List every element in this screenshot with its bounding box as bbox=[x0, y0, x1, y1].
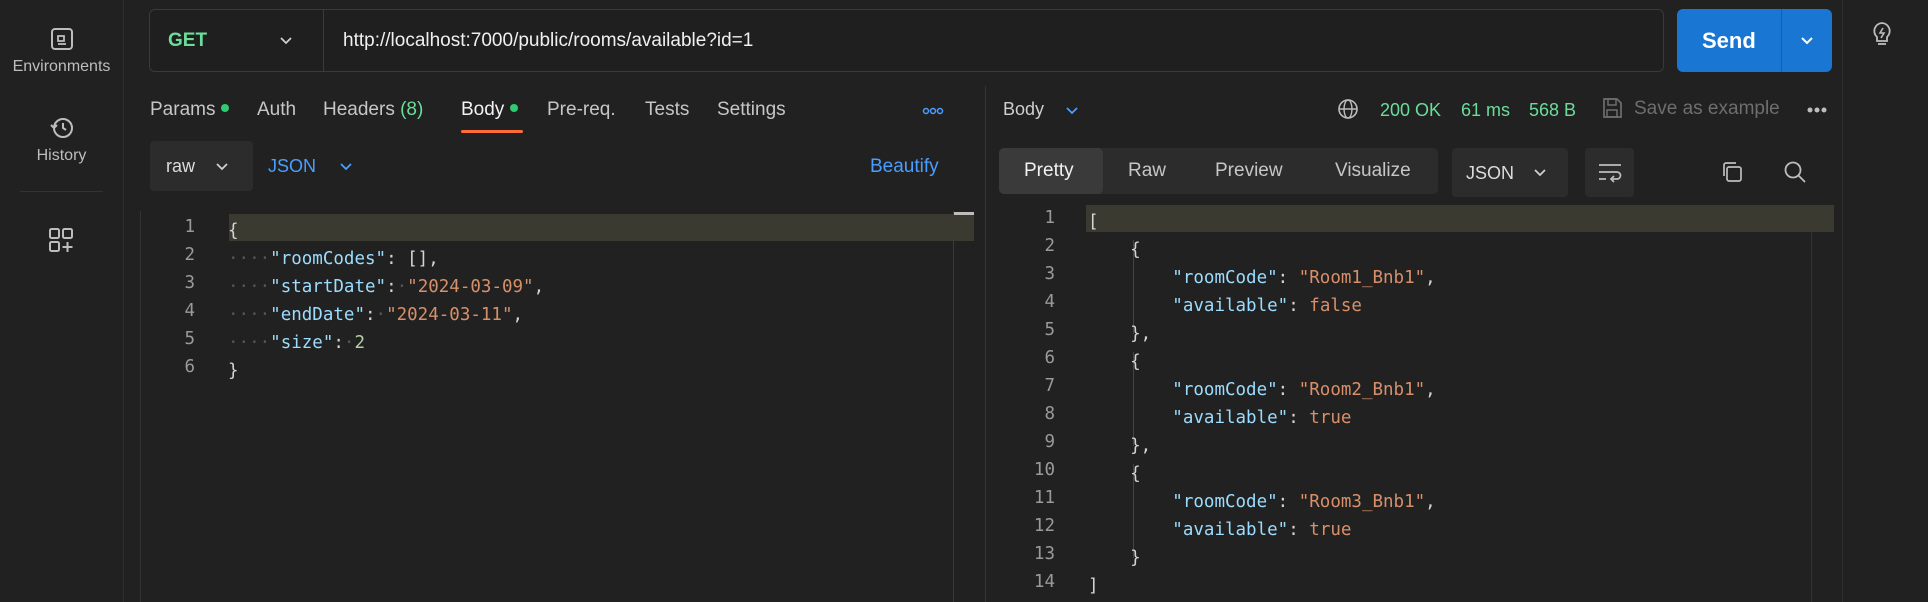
body-language-select[interactable]: JSON bbox=[268, 141, 368, 191]
response-body-code[interactable]: [ { "roomCode": "Room1_Bnb1", "available… bbox=[1088, 208, 1436, 600]
search-icon[interactable] bbox=[1783, 160, 1807, 184]
environments-nav[interactable]: Environments bbox=[0, 26, 123, 76]
tab-body[interactable]: Body bbox=[461, 99, 519, 121]
more-options-icon[interactable] bbox=[922, 107, 944, 115]
response-editor-ruler bbox=[1811, 232, 1812, 602]
tab-visualize[interactable]: Visualize bbox=[1335, 160, 1411, 182]
beautify-button[interactable]: Beautify bbox=[870, 156, 939, 178]
line-number: 2 bbox=[1044, 236, 1055, 256]
add-workspace-item-icon[interactable] bbox=[48, 227, 76, 255]
history-label: History bbox=[36, 147, 87, 164]
line-number: 4 bbox=[184, 301, 195, 321]
response-language-select[interactable]: JSON bbox=[1452, 148, 1568, 197]
body-indicator-dot bbox=[510, 103, 519, 112]
line-number: 5 bbox=[1044, 320, 1055, 340]
editor-ruler bbox=[953, 211, 954, 602]
send-divider bbox=[1781, 9, 1782, 72]
line-number: 12 bbox=[1033, 516, 1055, 536]
response-time[interactable]: 61 ms bbox=[1461, 100, 1510, 121]
body-language-label: JSON bbox=[268, 156, 317, 176]
line-number: 13 bbox=[1033, 544, 1055, 564]
response-language-label: JSON bbox=[1466, 163, 1515, 183]
tab-raw[interactable]: Raw bbox=[1128, 160, 1166, 182]
params-indicator-dot bbox=[221, 103, 230, 112]
line-number: 14 bbox=[1033, 572, 1055, 592]
tab-headers[interactable]: Headers (8) bbox=[323, 99, 423, 121]
active-tab-indicator bbox=[461, 130, 523, 133]
line-number: 8 bbox=[1044, 404, 1055, 424]
copy-icon[interactable] bbox=[1720, 160, 1744, 184]
body-mode-label: raw bbox=[166, 156, 196, 176]
tab-params[interactable]: Params bbox=[150, 99, 230, 121]
chevron-down-icon bbox=[214, 158, 230, 174]
line-number: 6 bbox=[184, 357, 195, 377]
right-sidebar bbox=[1842, 0, 1928, 602]
tab-params-label: Params bbox=[150, 99, 216, 120]
scrollbar-marker[interactable] bbox=[954, 212, 974, 215]
method-select[interactable]: GET bbox=[150, 10, 324, 71]
wrap-lines-button[interactable] bbox=[1585, 148, 1634, 197]
request-body-code[interactable]: { ····"roomCodes": [], ····"startDate":·… bbox=[228, 217, 544, 385]
history-nav[interactable]: History bbox=[0, 115, 123, 165]
send-button[interactable]: Send bbox=[1677, 9, 1832, 72]
tab-pretty[interactable]: Pretty bbox=[999, 148, 1103, 194]
method-label: GET bbox=[168, 30, 208, 51]
chevron-down-icon bbox=[278, 32, 294, 48]
line-number: 11 bbox=[1033, 488, 1055, 508]
chevron-down-icon bbox=[1532, 164, 1548, 180]
line-number: 5 bbox=[184, 329, 195, 349]
environments-icon bbox=[49, 26, 75, 52]
response-body-label: Body bbox=[1003, 99, 1045, 119]
rail-divider bbox=[20, 191, 103, 192]
headers-count: (8) bbox=[400, 99, 424, 120]
url-input[interactable]: http://localhost:7000/public/rooms/avail… bbox=[343, 30, 753, 52]
line-number: 10 bbox=[1033, 460, 1055, 480]
line-number: 1 bbox=[184, 217, 195, 237]
tab-auth[interactable]: Auth bbox=[257, 99, 296, 121]
line-number: 1 bbox=[1044, 208, 1055, 228]
left-sidebar: Environments History bbox=[0, 0, 124, 602]
tab-prereq[interactable]: Pre-req. bbox=[547, 99, 616, 121]
globe-icon[interactable] bbox=[1337, 98, 1359, 120]
line-number: 6 bbox=[1044, 348, 1055, 368]
chevron-down-icon bbox=[338, 158, 354, 174]
tab-body-label: Body bbox=[461, 99, 505, 120]
status-code[interactable]: 200 OK bbox=[1380, 100, 1441, 121]
response-size[interactable]: 568 B bbox=[1529, 100, 1576, 121]
line-number: 4 bbox=[1044, 292, 1055, 312]
tab-settings[interactable]: Settings bbox=[717, 99, 786, 121]
tab-tests[interactable]: Tests bbox=[645, 99, 689, 121]
pane-divider[interactable] bbox=[985, 86, 986, 602]
request-url-bar: GET http://localhost:7000/public/rooms/a… bbox=[149, 9, 1664, 72]
save-as-example-button[interactable]: Save as example bbox=[1634, 98, 1780, 120]
tab-preview[interactable]: Preview bbox=[1215, 160, 1283, 182]
save-icon bbox=[1600, 96, 1624, 120]
tab-headers-label: Headers bbox=[323, 99, 395, 120]
history-icon bbox=[49, 115, 75, 141]
line-number: 9 bbox=[1044, 432, 1055, 452]
send-label: Send bbox=[1702, 28, 1756, 53]
line-number: 2 bbox=[184, 245, 195, 265]
environments-label: Environments bbox=[12, 58, 111, 75]
more-options-icon[interactable] bbox=[1806, 106, 1828, 114]
wrap-lines-icon bbox=[1597, 161, 1623, 183]
line-number: 3 bbox=[184, 273, 195, 293]
lightbulb-icon[interactable] bbox=[1869, 20, 1895, 48]
send-options-chevron-icon[interactable] bbox=[1799, 33, 1815, 49]
line-number: 3 bbox=[1044, 264, 1055, 284]
response-body-select[interactable]: Body bbox=[1003, 99, 1044, 120]
line-number: 7 bbox=[1044, 376, 1055, 396]
response-view-tabs: Pretty Raw Preview Visualize bbox=[999, 148, 1438, 194]
chevron-down-icon[interactable] bbox=[1064, 102, 1080, 118]
body-mode-select[interactable]: raw bbox=[150, 141, 253, 191]
tab-pretty-label: Pretty bbox=[1024, 160, 1074, 181]
